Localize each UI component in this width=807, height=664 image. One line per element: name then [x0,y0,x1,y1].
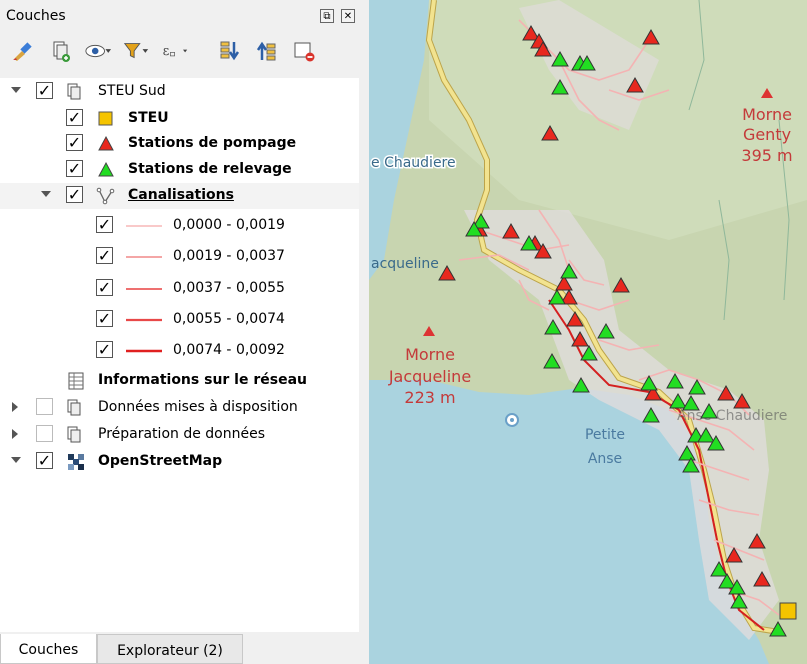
layer-openstreetmap[interactable]: ✓ OpenStreetMap [0,449,359,475]
filter-legend-icon[interactable] [122,36,150,66]
class-checkbox[interactable]: ✓ [96,279,113,296]
group-icon [64,425,84,445]
layers-panel: Couches ⧉ ✕ ε ✓ STEU Sud ✓ STEU ✓ Statio… [0,0,363,664]
map-label-morne-genty: Morne [742,105,792,124]
layer-steu[interactable]: ✓ STEU [0,106,359,132]
map-label-anse: Anse [588,451,622,467]
expand-arrow-icon[interactable] [12,402,18,412]
table-layer-icon [66,371,86,391]
class-label: 0,0019 - 0,0037 [173,248,285,264]
steu-station-icon [779,602,797,620]
line-layer-icon [96,186,116,206]
line-symbol-icon [126,247,162,267]
layer-label: OpenStreetMap [98,453,223,469]
close-panel-button[interactable]: ✕ [341,9,355,23]
legend-class-row[interactable]: ✓ 0,0019 - 0,0037 [0,244,359,270]
layer-label: Informations sur le réseau [98,372,307,388]
line-symbol-icon [126,279,162,299]
expand-arrow-icon[interactable] [12,429,18,439]
group-donnees-mises[interactable]: Données mises à disposition [0,395,359,421]
panel-title-bar: Couches ⧉ ✕ [0,0,363,32]
map-label-genty-alt: 395 m [741,146,792,165]
group-icon [64,82,84,102]
legend-class-row[interactable]: ✓ 0,0055 - 0,0074 [0,307,359,333]
viewpoint-icon [505,413,519,427]
visibility-checkbox[interactable] [36,398,53,415]
group-preparation[interactable]: Préparation de données [0,422,359,448]
red-triangle-icon [96,134,116,154]
square-symbol-icon [96,109,116,129]
group-icon [64,398,84,418]
filter-expression-icon[interactable]: ε [162,36,190,66]
layer-label: STEU [128,110,169,126]
line-symbol-icon [126,216,162,236]
remove-layer-icon[interactable] [290,36,318,66]
style-brush-icon[interactable] [8,36,36,66]
map-label-morne-jacqueline: Morne [405,345,455,364]
float-panel-button[interactable]: ⧉ [320,9,334,23]
collapse-arrow-icon[interactable] [41,191,51,197]
visibility-checkbox[interactable] [36,425,53,442]
legend-class-row[interactable]: ✓ 0,0000 - 0,0019 [0,213,359,239]
class-checkbox[interactable]: ✓ [96,247,113,264]
class-checkbox[interactable]: ✓ [96,310,113,327]
tab-explorateur[interactable]: Explorateur (2) [97,634,243,664]
group-steu-sud[interactable]: ✓ STEU Sud [0,79,359,105]
visibility-eye-icon[interactable] [84,36,112,66]
layer-stations-pompage[interactable]: ✓ Stations de pompage [0,131,359,157]
layer-canalisations[interactable]: ✓ Canalisations [0,183,359,209]
legend-class-row[interactable]: ✓ 0,0037 - 0,0055 [0,276,359,302]
map-label-genty: Genty [743,125,791,144]
map-label-petite: Petite [585,427,625,443]
class-checkbox[interactable]: ✓ [96,216,113,233]
group-label: Préparation de données [98,426,265,442]
layer-tree: ✓ STEU Sud ✓ STEU ✓ Stations de pompage … [0,78,359,632]
panel-tabs: Couches Explorateur (2) [0,634,363,664]
visibility-checkbox[interactable]: ✓ [66,186,83,203]
layer-label: Stations de pompage [128,135,297,151]
layers-toolbar: ε [0,36,363,70]
svg-text:ε: ε [163,43,170,58]
class-label: 0,0055 - 0,0074 [173,311,285,327]
map-svg[interactable]: e Chaudiere e Chaudiere acqueline Morne … [369,0,807,664]
line-symbol-icon [126,341,162,361]
raster-layer-icon [66,452,86,472]
layer-label: Canalisations [128,187,234,203]
visibility-checkbox[interactable]: ✓ [66,160,83,177]
map-canvas[interactable]: e Chaudiere e Chaudiere acqueline Morne … [369,0,807,664]
layer-informations[interactable]: Informations sur le réseau [0,368,359,394]
class-label: 0,0037 - 0,0055 [173,280,285,296]
panel-title: Couches [6,8,66,24]
layer-stations-relevage[interactable]: ✓ Stations de relevage [0,157,359,183]
layer-label: Stations de relevage [128,161,292,177]
group-label: STEU Sud [98,83,166,99]
line-symbol-icon [126,310,162,330]
legend-class-row[interactable]: ✓ 0,0074 - 0,0092 [0,338,359,364]
group-label: Données mises à disposition [98,399,298,415]
class-checkbox[interactable]: ✓ [96,341,113,358]
green-triangle-icon [96,160,116,180]
collapse-arrow-icon[interactable] [11,457,21,463]
map-label-jacqueline-alt: 223 m [404,388,455,407]
visibility-checkbox[interactable]: ✓ [66,134,83,151]
add-group-icon[interactable] [46,36,74,66]
tab-couches[interactable]: Couches [0,634,97,664]
collapse-arrow-icon[interactable] [11,87,21,93]
visibility-checkbox[interactable]: ✓ [36,452,53,469]
class-label: 0,0074 - 0,0092 [173,342,285,358]
class-label: 0,0000 - 0,0019 [173,217,285,233]
map-label-jacqueline-left: acqueline [371,256,439,272]
map-label-chaudiere: e Chaudiere [371,155,456,171]
collapse-all-icon[interactable] [252,36,280,66]
visibility-checkbox[interactable]: ✓ [66,109,83,126]
visibility-checkbox[interactable]: ✓ [36,82,53,99]
map-label-jacqueline: Jacqueline [388,367,471,386]
expand-all-icon[interactable] [216,36,244,66]
